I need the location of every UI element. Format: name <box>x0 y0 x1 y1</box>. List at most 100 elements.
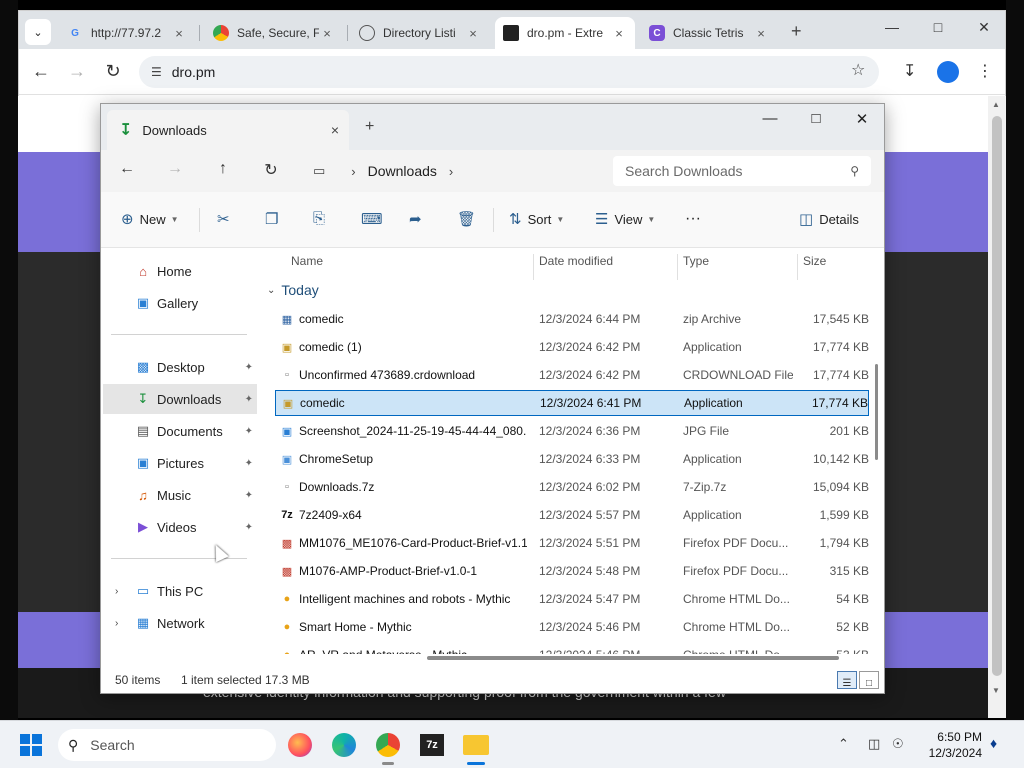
close-window-button[interactable]: ✕ <box>961 19 1007 36</box>
close-icon[interactable]: × <box>753 26 769 41</box>
nav-item-gallery[interactable]: ▣ Gallery <box>103 288 257 318</box>
close-icon[interactable]: × <box>171 26 187 41</box>
details-pane-button[interactable]: ◫ Details <box>799 210 859 228</box>
explorer-tab[interactable]: ↧ Downloads × <box>107 110 349 150</box>
forward-button[interactable]: → <box>65 61 89 82</box>
close-icon[interactable]: × <box>465 26 481 41</box>
sort-button[interactable]: ⇅ Sort ▼ <box>509 210 564 228</box>
scroll-down-icon[interactable]: ▼ <box>992 686 1000 695</box>
file-row[interactable]: ▫ Downloads.7z 12/3/2024 6:02 PM 7-Zip.7z 15… <box>275 474 869 500</box>
volume-mute-icon[interactable]: ☉ <box>892 736 904 752</box>
file-row[interactable]: 7z 7z2409-x64 12/3/2024 5:57 PM Application… <box>275 502 869 528</box>
pin-icon[interactable]: ✦ <box>245 522 253 533</box>
taskbar-firefox[interactable] <box>284 729 316 761</box>
explorer-back-button[interactable]: ← <box>115 160 139 178</box>
pin-icon[interactable]: ✦ <box>245 362 253 373</box>
chevron-right-icon[interactable]: › <box>351 164 355 179</box>
details-view-button[interactable]: ☰ <box>837 671 857 689</box>
nav-item-desktop[interactable]: ▩ Desktop ✦ <box>103 352 257 382</box>
copy-button[interactable]: ❐ <box>265 210 284 228</box>
profile-avatar[interactable] <box>937 61 959 83</box>
chevron-up-icon[interactable]: ⌃ <box>838 736 849 752</box>
file-row[interactable]: ▫ Unconfirmed 473689.crdownload 12/3/2024 … <box>275 362 869 388</box>
minimize-button[interactable]: — <box>869 19 915 35</box>
close-icon[interactable]: × <box>331 122 339 138</box>
file-row[interactable]: ▣ Screenshot_2024-11-25-19-45-44-44_080..… <box>275 418 869 444</box>
breadcrumb-downloads[interactable]: Downloads <box>368 163 437 179</box>
nav-item-pictures[interactable]: ▣ Pictures ✦ <box>103 448 257 478</box>
tiles-view-button[interactable]: □ <box>859 671 879 689</box>
browser-tab-5[interactable]: C Classic Tetris × <box>641 17 777 49</box>
nav-item-network[interactable]: › ▦ Network <box>103 608 257 638</box>
notification-bell-icon[interactable]: ♦ <box>990 735 997 751</box>
browser-tab-4[interactable]: dro.pm - Extre × <box>495 17 635 49</box>
taskbar-7zip[interactable]: 7z <box>416 729 448 761</box>
address-bar[interactable]: ☰ dro.pm <box>139 56 879 88</box>
explorer-up-button[interactable]: ↑ <box>211 160 235 178</box>
paste-button[interactable]: ⎘ <box>313 210 331 227</box>
chevron-right-icon[interactable]: › <box>115 586 118 597</box>
nav-item-downloads[interactable]: ↧ Downloads ✦ <box>103 384 257 414</box>
back-button[interactable]: ← <box>29 61 53 82</box>
maximize-button[interactable]: □ <box>915 19 961 35</box>
file-list-scrollbar[interactable] <box>875 364 878 460</box>
browser-tab-2[interactable]: Safe, Secure, F × <box>205 17 343 49</box>
taskbar-chrome[interactable] <box>372 729 404 765</box>
explorer-refresh-button[interactable]: ↻ <box>259 160 283 180</box>
nav-item-this-pc[interactable]: › ▭ This PC <box>103 576 257 606</box>
file-row[interactable]: ▦ comedic 12/3/2024 6:44 PM zip Archive 17,5… <box>275 306 869 332</box>
horizontal-scrollbar[interactable] <box>427 656 839 660</box>
download-icon[interactable]: ↧ <box>903 61 916 81</box>
taskbar-edge[interactable] <box>328 729 360 761</box>
nav-item-music[interactable]: ♫ Music ✦ <box>103 480 257 510</box>
explorer-minimize-button[interactable]: — <box>747 110 793 127</box>
explorer-new-tab-button[interactable]: + <box>365 118 374 136</box>
system-clock[interactable]: 6:50 PM 12/3/2024 <box>910 729 982 761</box>
bookmark-star-icon[interactable]: ☆ <box>851 60 865 80</box>
delete-button[interactable]: 🗑 <box>457 210 482 228</box>
file-row[interactable]: ▣ comedic (1) 12/3/2024 6:42 PM Application… <box>275 334 869 360</box>
view-button[interactable]: ☰ View ▼ <box>595 210 655 228</box>
new-button[interactable]: ⊕ New ▼ <box>121 210 179 228</box>
file-row[interactable]: ▣ comedic 12/3/2024 6:41 PM Application 17,7… <box>275 390 869 416</box>
taskbar-search[interactable]: ⚲ Search <box>58 729 276 761</box>
scrollbar-thumb[interactable] <box>992 116 1002 676</box>
explorer-close-button[interactable]: ✕ <box>839 110 885 128</box>
pin-icon[interactable]: ✦ <box>245 426 253 437</box>
browser-tab-3[interactable]: Directory Listi × <box>351 17 489 49</box>
file-row[interactable]: ▩ MM1076_ME1076-Card-Product-Brief-v1.1 12… <box>275 530 869 556</box>
nav-item-home[interactable]: ⌂ Home <box>103 256 257 286</box>
monitor-icon[interactable]: ▭ <box>313 163 325 179</box>
file-row[interactable]: ▩ M1076-AMP-Product-Brief-v1.0-1 12/3/2024… <box>275 558 869 584</box>
nav-item-documents[interactable]: ▤ Documents ✦ <box>103 416 257 446</box>
new-tab-button[interactable]: + <box>791 21 802 42</box>
explorer-forward-button[interactable]: → <box>163 160 187 178</box>
browser-tab-1[interactable]: G http://77.97.2 × <box>59 17 195 49</box>
chevron-right-icon[interactable]: › <box>115 618 118 629</box>
pin-icon[interactable]: ✦ <box>245 490 253 501</box>
file-row[interactable]: ● AR, VR and Metaverse - Mythic 12/3/2024 … <box>275 642 869 654</box>
file-row[interactable]: ● Intelligent machines and robots - Mythi… <box>275 586 869 612</box>
pin-icon[interactable]: ✦ <box>245 394 253 405</box>
close-icon[interactable]: × <box>319 26 335 41</box>
share-button[interactable]: ➦ <box>409 210 428 228</box>
file-row[interactable]: ● Smart Home - Mythic 12/3/2024 5:46 PM Chr… <box>275 614 869 640</box>
page-scrollbar[interactable]: ▲ ▼ <box>988 96 1006 718</box>
reload-button[interactable]: ↻ <box>101 61 125 82</box>
more-options-button[interactable]: ··· <box>685 210 701 228</box>
explorer-maximize-button[interactable]: □ <box>793 110 839 127</box>
scroll-up-icon[interactable]: ▲ <box>992 100 1000 109</box>
close-icon[interactable]: × <box>611 26 627 41</box>
start-button[interactable] <box>20 734 42 756</box>
file-row[interactable]: ▣ ChromeSetup 12/3/2024 6:33 PM Application… <box>275 446 869 472</box>
network-tray-icon[interactable]: ◫ <box>868 736 880 752</box>
site-info-icon[interactable]: ☰ <box>151 65 162 79</box>
taskbar-file-explorer[interactable] <box>460 729 492 765</box>
pin-icon[interactable]: ✦ <box>245 458 253 469</box>
cut-button[interactable]: ✂ <box>217 210 236 228</box>
explorer-search-input[interactable]: Search Downloads ⚲ <box>613 156 871 186</box>
breadcrumb[interactable]: ▭ › Downloads › <box>303 156 601 186</box>
rename-button[interactable]: ⌨ <box>361 210 389 228</box>
nav-item-videos[interactable]: ▶ Videos ✦ <box>103 512 257 542</box>
chevron-right-icon[interactable]: › <box>449 164 453 179</box>
